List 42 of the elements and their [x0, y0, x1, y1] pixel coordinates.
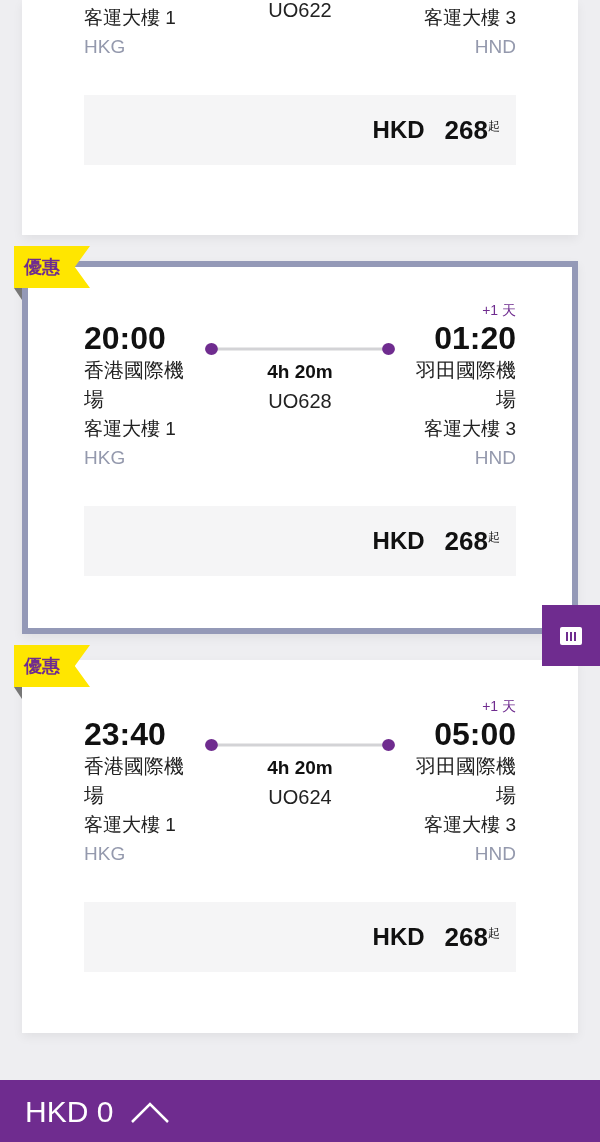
airport-code: HND [473, 446, 516, 470]
terminal-label: 客運大樓 3 [423, 813, 516, 837]
arrival-airport: 羽田國際機場 [415, 754, 516, 808]
flight-number: UO624 [268, 785, 332, 810]
arrival-time: 01:20 [433, 320, 516, 356]
airport-code: HND [473, 35, 516, 59]
price-amount: 268 [444, 920, 488, 954]
price-suffix: 起 [488, 925, 500, 940]
flight-number: UO628 [268, 389, 332, 414]
arrival-airport: 羽田國際機場 [415, 358, 516, 412]
flight-duration: 4h 20m [267, 360, 333, 384]
flight-number: UO622 [268, 0, 332, 23]
terminal-label: 客運大樓 3 [423, 417, 516, 441]
compare-button[interactable] [542, 605, 600, 666]
airport-code: HND [473, 842, 516, 866]
route-line-icon [204, 738, 396, 752]
airport-code: HKG [84, 35, 127, 59]
departure-airport: 香港國際機場 [84, 358, 185, 412]
price-suffix: 起 [488, 118, 500, 133]
columns-icon [560, 626, 582, 645]
terminal-label: 客運大樓 1 [84, 6, 177, 30]
airport-code: HKG [84, 446, 127, 470]
route-line-icon [204, 342, 396, 356]
flight-duration: 4h 20m [267, 756, 333, 780]
currency-label: HKD [372, 526, 425, 556]
currency-label: HKD [372, 922, 425, 952]
terminal-label: 客運大樓 3 [423, 6, 516, 30]
day-offset-label: +1 天 [482, 302, 516, 318]
total-price: HKD 0 [25, 1093, 114, 1130]
airport-code: HKG [84, 842, 127, 866]
price-amount: 268 [444, 113, 488, 147]
departure-time: 23:40 [84, 716, 167, 752]
price-amount: 268 [444, 524, 488, 558]
currency-label: HKD [372, 115, 425, 145]
day-offset-label: +1 天 [482, 698, 516, 714]
terminal-label: 客運大樓 1 [84, 813, 177, 837]
terminal-label: 客運大樓 1 [84, 417, 177, 441]
chevron-up-icon [131, 1100, 170, 1123]
price-suffix: 起 [488, 529, 500, 544]
arrival-time: 05:00 [433, 716, 516, 752]
departure-time: 20:00 [84, 320, 167, 356]
departure-airport: 香港國際機場 [84, 754, 185, 808]
